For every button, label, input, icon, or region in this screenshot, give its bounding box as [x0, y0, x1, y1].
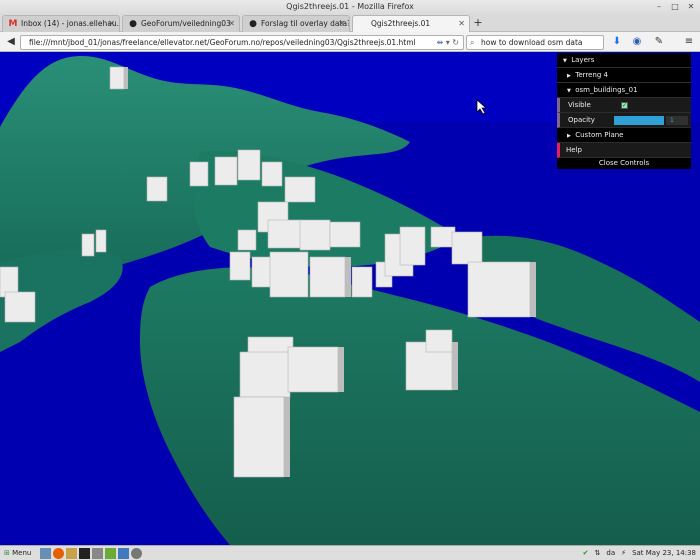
tab-geoforum[interactable]: ● GeoForum/veiledning03 ✕ [122, 15, 240, 32]
tab-close-icon[interactable]: ✕ [228, 16, 235, 32]
window-titlebar: Qgis2threejs.01 - Mozilla Firefox – □ ✕ [0, 0, 700, 14]
tab-label: Forslag til overlay data? · ... [261, 19, 350, 28]
buildings-folder[interactable]: ▼ osm_buildings_01 [557, 83, 691, 98]
url-text: file:///mnt/jbod_01/jonas/freelance/elle… [29, 38, 416, 47]
opacity-slider[interactable] [614, 116, 664, 125]
back-icon[interactable]: ◀ [4, 35, 18, 49]
maximize-icon[interactable]: □ [670, 2, 680, 12]
extension-icon[interactable]: ◉ [630, 35, 644, 49]
firefox-icon[interactable] [53, 548, 64, 559]
url-actions: ⇹ ▾ ↻ [436, 36, 459, 49]
menu-icon: ⊞ [4, 549, 10, 557]
quick-launch [40, 548, 142, 559]
custom-plane-folder[interactable]: ▶ Custom Plane [557, 128, 691, 143]
clock[interactable]: Sat May 23, 14:38 [632, 546, 696, 560]
opacity-label: Opacity [568, 116, 595, 124]
url-bar[interactable]: file:///mnt/jbod_01/jonas/freelance/elle… [20, 35, 464, 50]
start-menu-button[interactable]: ⊞ Menu [4, 546, 31, 560]
layers-folder[interactable]: ▼ Layers [557, 53, 691, 68]
tab-forslag[interactable]: ● Forslag til overlay data? · ... ✕ [242, 15, 350, 32]
close-window-icon[interactable]: ✕ [686, 2, 696, 12]
dropdown-icon[interactable]: ▾ [446, 38, 450, 47]
help-row[interactable]: Help [557, 143, 691, 158]
caret-right-icon: ▶ [567, 73, 571, 79]
opacity-row: Opacity 1 [557, 113, 691, 128]
caret-right-icon: ▶ [567, 133, 571, 139]
system-tray: ✔ ⇅ da ⚡ Sat May 23, 14:38 [583, 546, 696, 560]
search-text: how to download osm data [481, 38, 583, 47]
tab-label: GeoForum/veiledning03 [141, 19, 231, 28]
search-input[interactable]: ⌕ how to download osm data [466, 35, 604, 50]
terrain-label: Terreng 4 [575, 71, 608, 79]
tab-gmail[interactable]: M Inbox (14) - jonas.ellehau... ✕ [2, 15, 120, 32]
new-tab-icon[interactable]: + [472, 16, 484, 30]
help-label: Help [566, 146, 582, 154]
navigation-bar: ◀ file:///mnt/jbod_01/jonas/freelance/el… [0, 32, 700, 52]
custom-plane-label: Custom Plane [575, 131, 624, 139]
buildings-label: osm_buildings_01 [575, 86, 638, 94]
visible-row: Visible ✓ [557, 98, 691, 113]
tab-close-icon[interactable]: ✕ [108, 16, 115, 32]
check-icon[interactable]: ✔ [583, 546, 589, 560]
taskbar: ⊞ Menu ✔ ⇅ da ⚡ Sat May 23, 14:38 [0, 545, 700, 560]
settings-icon[interactable] [131, 548, 142, 559]
page-icon [358, 19, 368, 29]
network-icon[interactable]: ⇅ [595, 546, 601, 560]
tab-strip: M Inbox (14) - jonas.ellehau... ✕ ● GeoF… [0, 14, 700, 32]
layer-controls-panel: ▼ Layers ▶ Terreng 4 ▼ osm_buildings_01 … [557, 53, 691, 169]
minimize-icon[interactable]: – [654, 2, 664, 12]
github-icon: ● [129, 19, 137, 29]
tools-icon[interactable]: ✎ [652, 35, 666, 49]
files-icon[interactable] [66, 548, 77, 559]
keyboard-layout[interactable]: da [606, 546, 615, 560]
terminal-icon[interactable] [79, 548, 90, 559]
reload-icon[interactable]: ↻ [452, 38, 459, 47]
download-icon[interactable]: ⬇ [610, 35, 624, 49]
tab-label: Inbox (14) - jonas.ellehau... [21, 19, 120, 28]
caret-down-icon: ▼ [563, 58, 567, 64]
terrain-folder[interactable]: ▶ Terreng 4 [557, 68, 691, 83]
search-icon: ⌕ [470, 38, 475, 47]
editor-icon[interactable] [92, 548, 103, 559]
power-icon[interactable]: ⚡ [621, 546, 626, 560]
window-title: Qgis2threejs.01 - Mozilla Firefox [286, 2, 414, 11]
hamburger-menu-icon[interactable]: ≡ [682, 35, 696, 49]
visible-label: Visible [568, 101, 591, 109]
menu-label: Menu [12, 549, 32, 557]
tab-label: Qgis2threejs.01 [371, 19, 431, 28]
window-controls: – □ ✕ [654, 2, 696, 12]
opacity-value[interactable]: 1 [666, 116, 688, 125]
qgis-icon[interactable] [105, 548, 116, 559]
desktop-icon[interactable] [40, 548, 51, 559]
app-icon[interactable] [118, 548, 129, 559]
visible-checkbox[interactable]: ✓ [621, 102, 628, 109]
close-controls-button[interactable]: Close Controls [557, 158, 691, 169]
github-icon: ● [249, 19, 257, 29]
tab-qgis2threejs[interactable]: Qgis2threejs.01 ✕ [352, 15, 470, 32]
gmail-icon: M [8, 19, 18, 29]
caret-down-icon: ▼ [567, 88, 571, 94]
layers-label: Layers [571, 56, 595, 64]
opacity-slider-fill [614, 116, 664, 125]
tab-close-icon[interactable]: ✕ [338, 16, 345, 32]
translate-icon[interactable]: ⇹ [436, 38, 443, 47]
tab-close-icon[interactable]: ✕ [458, 16, 465, 32]
